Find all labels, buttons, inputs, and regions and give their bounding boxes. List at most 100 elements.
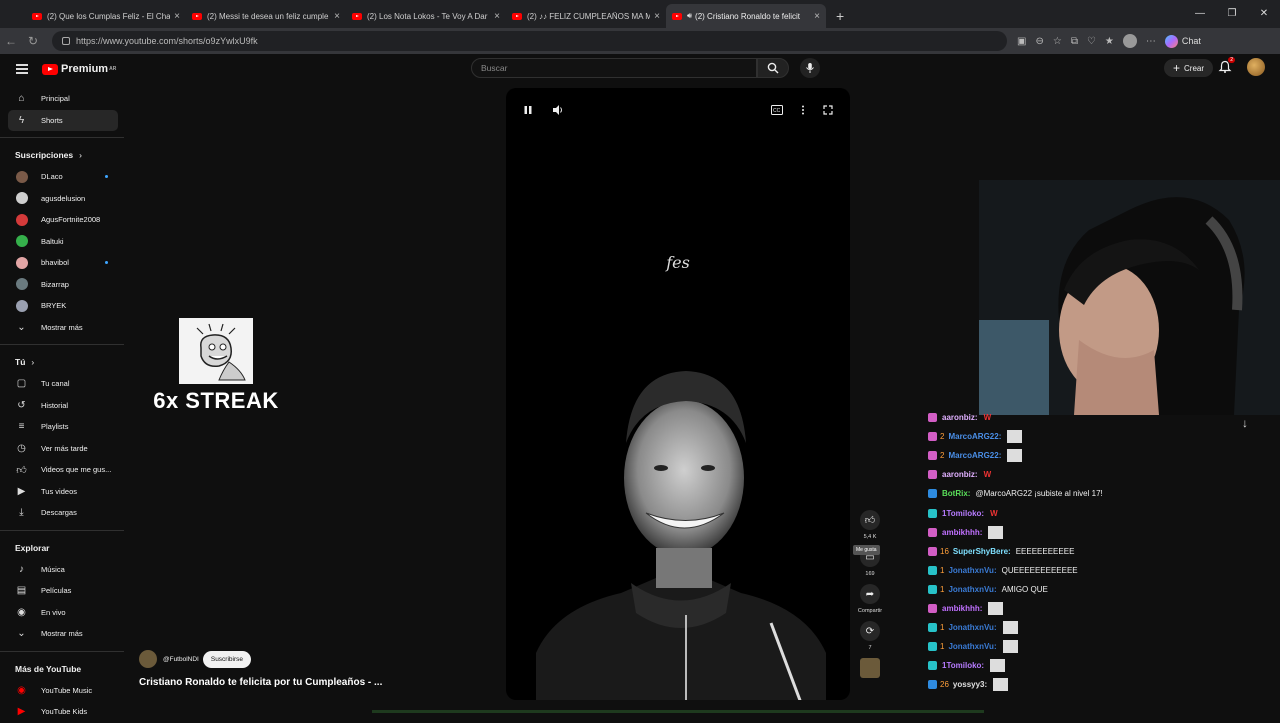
close-tab-icon[interactable]: × [654,11,660,22]
youtube-premium-logo[interactable]: Premium AR [42,63,116,75]
watch-later-icon: ◷ [17,442,26,454]
more-menu-icon[interactable]: ⋯ [1146,36,1156,47]
more-options-icon[interactable] [795,102,811,118]
subscription-item[interactable]: agusdelusion [8,188,118,210]
chat-username[interactable]: MarcoARG22: [948,451,1001,460]
minimize-icon[interactable]: — [1184,0,1216,28]
sidebar-item[interactable]: ≡ Playlists [8,416,118,438]
chat-username[interactable]: JonathxnVu: [948,642,996,651]
search-input[interactable]: Buscar [471,58,757,78]
back-icon[interactable]: ← [0,34,22,48]
chat-username[interactable]: yossyy3: [953,680,987,689]
arrow-down-icon[interactable]: ↓ [1242,416,1248,430]
chat-username[interactable]: SuperShyBere: [953,547,1011,556]
sidebar-item[interactable]: ▤ Películas [8,580,118,602]
pause-icon[interactable] [520,102,536,118]
url-field[interactable]: https://www.youtube.com/shorts/o9zYwlxU9… [52,31,1007,51]
close-tab-icon[interactable]: × [334,11,340,22]
zoom-icon[interactable]: ⊖ [1035,36,1043,47]
speaker-icon[interactable]: 🔊︎ [687,11,692,21]
explore-heading: Explorar [15,542,50,553]
chevron-down-icon: ⌄ [17,321,26,333]
chat-username[interactable]: JonathxnVu: [948,623,996,632]
close-window-icon[interactable]: ✕ [1248,0,1280,28]
chat-username[interactable]: JonathxnVu: [948,566,996,575]
thumbs-up-icon[interactable]: 👍︎ [860,510,880,530]
share-action[interactable]: ➦ Compartir [852,584,888,617]
copilot-chat-button[interactable]: Chat [1164,34,1201,48]
browser-tab[interactable]: (2) Los Nota Lokos - Te Voy A Dar × [346,4,506,28]
favorite-icon[interactable]: ☆ [1053,36,1062,47]
sidebar-item[interactable]: ▶ Tus videos [8,481,118,503]
audio-action[interactable] [852,658,888,678]
channel-avatar[interactable] [139,650,157,668]
sidebar-item[interactable]: ϟ Shorts [8,109,118,131]
subscription-item[interactable]: BRYEK [8,295,118,317]
subscription-item[interactable]: Baltuki [8,231,118,253]
maximize-icon[interactable]: ❐ [1216,0,1248,28]
subscription-item[interactable]: bhavibol [8,252,118,274]
subscribe-button[interactable]: Suscribirse [202,650,252,668]
fullscreen-icon[interactable] [820,102,836,118]
sidebar-item[interactable]: ▶ YouTube Kids [8,701,118,723]
browser-tab[interactable]: 🔊︎ (2) Cristiano Ronaldo te felicit × [666,4,826,28]
chat-username[interactable]: 1Tomiloko: [942,509,984,518]
chat-username[interactable]: aaronbiz: [942,470,978,479]
chat-username[interactable]: BotRix: [942,489,970,498]
channel-name[interactable]: @FutbolNDI [163,656,199,663]
avatar[interactable] [1247,58,1265,76]
new-tab-button[interactable]: + [826,4,854,28]
shorts-player[interactable]: CC feѕ [506,88,850,700]
sidebar-item[interactable]: ◷ Ver más tarde [8,438,118,460]
extensions-icon[interactable]: ⧉ [1071,36,1078,47]
share-icon[interactable]: ➦ [860,584,880,604]
sidebar-item[interactable]: ⤓ Descargas [8,502,118,524]
sidebar-item[interactable]: ↺ Historial [8,395,118,417]
browser-tab[interactable]: (2) Messi te desea un feliz cumple × [186,4,346,28]
sidebar-item[interactable]: ◉ En vivo [8,602,118,624]
menu-icon[interactable] [16,64,28,74]
reload-icon[interactable]: ↻ [22,34,44,48]
audio-thumbnail[interactable] [860,658,880,678]
show-more-subscriptions[interactable]: ⌄ Mostrar más [8,317,118,339]
chat-username[interactable]: ambikhhh: [942,604,982,613]
sub-months-badge: 1 [940,584,945,594]
volume-icon[interactable] [550,102,566,118]
subscription-item[interactable]: DLaco [8,166,118,188]
subscriptions-heading[interactable]: Suscripciones › [0,144,124,166]
voice-search-button[interactable] [800,58,820,78]
chat-username[interactable]: ambikhhh: [942,528,982,537]
browser-essentials-icon[interactable]: ♡ [1087,36,1096,47]
browser-tab[interactable]: (2) Que los Cumplas Feliz - El Cha × [26,4,186,28]
browser-profile-avatar[interactable] [1122,34,1137,48]
site-info-icon[interactable] [62,37,70,45]
sidebar-item[interactable]: ◉ YouTube Music [8,680,118,702]
sidebar-item[interactable]: 👍︎ Videos que me gus... [8,459,118,481]
close-tab-icon[interactable]: × [494,11,500,22]
show-more-explore[interactable]: ⌄ Mostrar más [8,623,118,645]
notifications-button[interactable]: 2 [1218,57,1235,74]
you-heading[interactable]: Tú › [0,351,124,373]
chat-username[interactable]: aaronbiz: [942,413,978,422]
close-tab-icon[interactable]: × [174,11,180,22]
captions-icon[interactable]: CC [769,102,785,118]
sidebar-item[interactable]: ♪ Música [8,559,118,581]
subscription-item[interactable]: AgusFortnite2008 [8,209,118,231]
tab-search-icon[interactable]: ▣ [1017,36,1026,47]
subscription-item[interactable]: Bizarrap [8,274,118,296]
chat-username[interactable]: JonathxnVu: [948,585,996,594]
chat-username[interactable]: MarcoARG22: [948,432,1001,441]
like-action[interactable]: 👍︎ 5,4 K [852,510,888,543]
remix-icon[interactable]: ⟳ [860,621,880,641]
create-button[interactable]: + Crear [1164,59,1214,77]
remix-action[interactable]: ⟳ 7 [852,621,888,654]
favorites-icon[interactable]: ★ [1105,36,1114,47]
sidebar-item[interactable]: ▢ Tu canal [8,373,118,395]
search-button[interactable] [757,58,789,78]
browser-tab[interactable]: (2) ♪♪ FELIZ CUMPLEAÑOS MA M × [506,4,666,28]
chat-username[interactable]: 1Tomiloko: [942,661,984,670]
sidebar-item[interactable]: ⌂ Principal [8,88,118,110]
shorts-actions: 👍︎ 5,4 K ▭ 169 ➦ Compartir ⟳ 7 [852,510,888,682]
close-tab-icon[interactable]: × [814,11,820,22]
video-title[interactable]: Cristiano Ronaldo te felicita por tu Cum… [139,677,382,688]
